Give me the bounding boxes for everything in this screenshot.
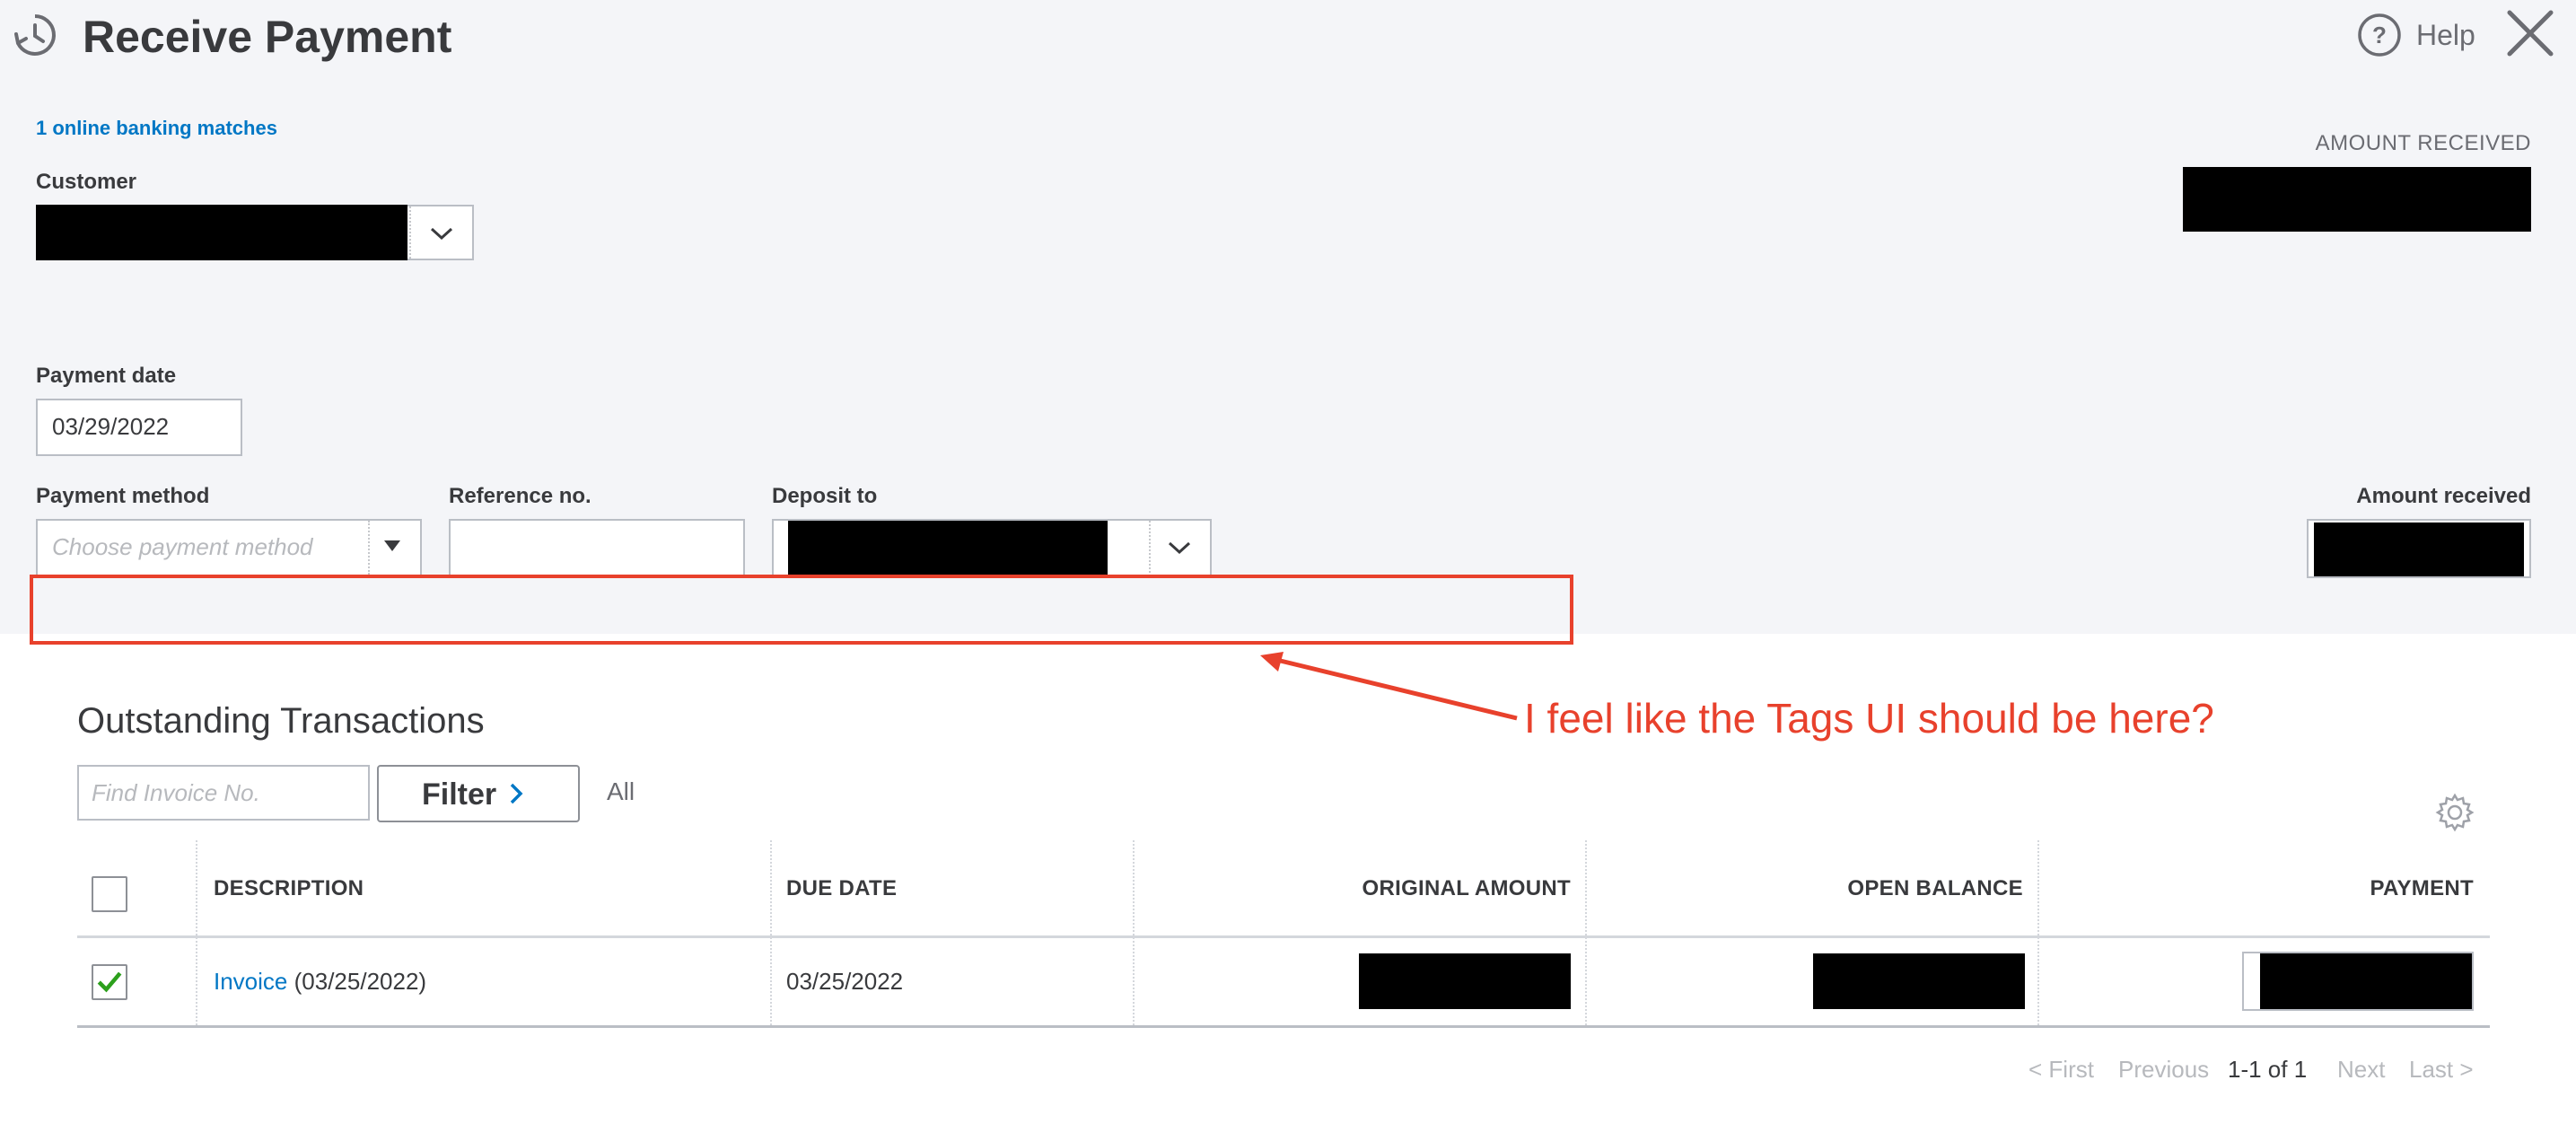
svg-text:?: ?: [2372, 22, 2387, 48]
column-divider: [1585, 840, 1587, 1025]
table-bottom-divider: [77, 1025, 2490, 1028]
annotation-highlight-box: [30, 575, 1573, 645]
checkmark-icon: [97, 971, 122, 993]
redacted-customer-name: [36, 205, 407, 260]
column-header-payment[interactable]: PAYMENT: [2064, 876, 2474, 901]
reference-input[interactable]: [449, 519, 745, 576]
amount-received-header: AMOUNT RECEIVED: [2315, 131, 2531, 155]
annotation-text: I feel like the Tags UI should be here?: [1524, 695, 2214, 742]
redacted-payment-amount: [2260, 953, 2472, 1009]
column-header-original-amount[interactable]: ORIGINAL AMOUNT: [1167, 876, 1571, 901]
deposit-to-label: Deposit to: [772, 484, 878, 508]
pagination-previous[interactable]: Previous: [2118, 1056, 2209, 1084]
customer-label: Customer: [36, 170, 137, 194]
column-header-due-date[interactable]: DUE DATE: [786, 876, 897, 901]
divider: [368, 521, 372, 575]
online-banking-matches-link[interactable]: 1 online banking matches: [36, 117, 277, 140]
close-icon[interactable]: [2504, 7, 2556, 59]
chevron-right-icon: [510, 783, 523, 804]
select-all-checkbox[interactable]: [92, 876, 127, 912]
chevron-down-icon[interactable]: [1167, 539, 1192, 557]
help-icon[interactable]: ?: [2357, 13, 2402, 57]
column-divider: [2037, 840, 2039, 1025]
column-divider: [1133, 840, 1135, 1025]
history-icon[interactable]: [11, 11, 59, 59]
divider: [1149, 521, 1152, 576]
invoice-date: (03/25/2022): [294, 968, 427, 995]
pagination-next[interactable]: Next: [2337, 1056, 2385, 1084]
filter-value: All: [607, 777, 635, 805]
payment-method-placeholder: Choose payment method: [52, 533, 313, 560]
due-date-cell: 03/25/2022: [786, 968, 904, 995]
pagination-first[interactable]: < First: [2028, 1056, 2094, 1084]
filter-button-label: Filter: [422, 777, 497, 812]
amount-received-label: Amount received: [2356, 484, 2531, 508]
pagination-last[interactable]: Last >: [2409, 1056, 2474, 1084]
invoice-description: Invoice (03/25/2022): [214, 968, 426, 996]
pagination-status: 1-1 of 1: [2228, 1056, 2308, 1083]
column-header-open-balance[interactable]: OPEN BALANCE: [1616, 876, 2023, 901]
column-header-description[interactable]: DESCRIPTION: [214, 876, 364, 901]
chevron-down-icon[interactable]: [429, 224, 454, 242]
redacted-deposit-account: [788, 521, 1108, 576]
redacted-original-amount: [1359, 953, 1571, 1009]
invoice-link[interactable]: Invoice: [214, 968, 287, 995]
redacted-open-balance: [1813, 953, 2025, 1009]
redacted-amount-received-total: [2183, 167, 2531, 232]
redacted-amount-received: [2314, 522, 2524, 576]
caret-down-icon[interactable]: [384, 540, 400, 551]
row-checkbox[interactable]: [92, 964, 127, 1000]
payment-date-label: Payment date: [36, 364, 177, 388]
payment-date-input[interactable]: 03/29/2022: [36, 399, 242, 456]
outstanding-transactions-title: Outstanding Transactions: [77, 701, 485, 741]
page-title: Receive Payment: [83, 12, 452, 62]
table-header-divider: [77, 935, 2490, 938]
column-divider: [770, 840, 772, 1025]
annotation-arrow: [1260, 652, 1518, 721]
payment-method-label: Payment method: [36, 484, 210, 508]
reference-label: Reference no.: [449, 484, 591, 508]
find-invoice-placeholder: Find Invoice No.: [92, 779, 260, 806]
help-link[interactable]: Help: [2416, 16, 2475, 54]
gear-icon[interactable]: [2434, 792, 2475, 833]
column-divider: [196, 840, 197, 1025]
divider: [409, 206, 413, 259]
